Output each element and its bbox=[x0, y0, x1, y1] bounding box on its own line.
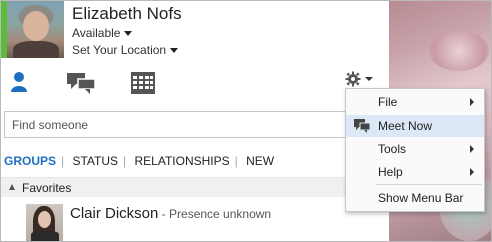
menu-item-help[interactable]: Help bbox=[346, 161, 484, 183]
tab-groups[interactable]: GROUPS bbox=[4, 154, 61, 168]
contact-list-item[interactable]: Clair Dickson - Presence unknown bbox=[70, 205, 271, 222]
contact-name: Clair Dickson bbox=[70, 205, 159, 222]
user-name: Elizabeth Nofs bbox=[72, 4, 182, 23]
menu-item-label: Help bbox=[378, 165, 403, 179]
meetings-icon[interactable] bbox=[130, 71, 156, 100]
chevron-down-icon bbox=[170, 48, 179, 54]
tab-divider: | bbox=[61, 154, 65, 168]
menu-item-file[interactable]: File bbox=[346, 91, 484, 113]
user-avatar[interactable] bbox=[7, 1, 64, 58]
gear-icon bbox=[345, 71, 373, 87]
contact-view-tabs: GROUPS | STATUS | RELATIONSHIPS | NEW bbox=[4, 154, 279, 168]
contact-presence-text: - Presence unknown bbox=[158, 207, 272, 221]
tab-divider: | bbox=[234, 154, 238, 168]
lync-main-window: Elizabeth Nofs Available Set Your Locati… bbox=[0, 0, 492, 242]
location-dropdown[interactable]: Set Your Location bbox=[72, 43, 179, 57]
menu-item-label: Tools bbox=[378, 142, 407, 156]
contact-avatar[interactable] bbox=[26, 204, 63, 241]
menu-item-label: Show Menu Bar bbox=[378, 191, 464, 205]
status-label: Available bbox=[72, 26, 121, 40]
menu-item-label: File bbox=[378, 95, 398, 109]
menu-item-meet-now[interactable]: Meet Now bbox=[346, 115, 484, 137]
menu-item-label: Meet Now bbox=[378, 119, 433, 133]
options-menu: File Meet Now Tools Help Show Menu Bar bbox=[345, 88, 485, 212]
chevron-down-icon bbox=[124, 31, 133, 37]
tab-divider: | bbox=[123, 154, 127, 168]
collapse-triangle-icon[interactable] bbox=[9, 184, 15, 190]
contacts-icon[interactable] bbox=[10, 71, 28, 98]
chevron-right-icon bbox=[470, 98, 474, 106]
tab-relationships[interactable]: RELATIONSHIPS bbox=[130, 154, 235, 168]
group-header-favorites[interactable]: Favorites bbox=[1, 177, 389, 197]
conversations-icon[interactable] bbox=[66, 71, 96, 100]
tab-status[interactable]: STATUS bbox=[67, 154, 123, 168]
menu-divider bbox=[376, 184, 482, 185]
status-dropdown[interactable]: Available bbox=[72, 26, 133, 40]
search-box[interactable] bbox=[4, 111, 394, 138]
tab-new[interactable]: NEW bbox=[241, 154, 279, 168]
group-label: Favorites bbox=[22, 181, 72, 195]
location-label: Set Your Location bbox=[72, 43, 167, 57]
search-input[interactable] bbox=[5, 112, 393, 137]
chevron-right-icon bbox=[470, 145, 474, 153]
chevron-right-icon bbox=[470, 168, 474, 176]
menu-item-tools[interactable]: Tools bbox=[346, 138, 484, 160]
menu-item-show-menu-bar[interactable]: Show Menu Bar bbox=[346, 187, 484, 209]
meet-now-icon bbox=[353, 118, 371, 137]
